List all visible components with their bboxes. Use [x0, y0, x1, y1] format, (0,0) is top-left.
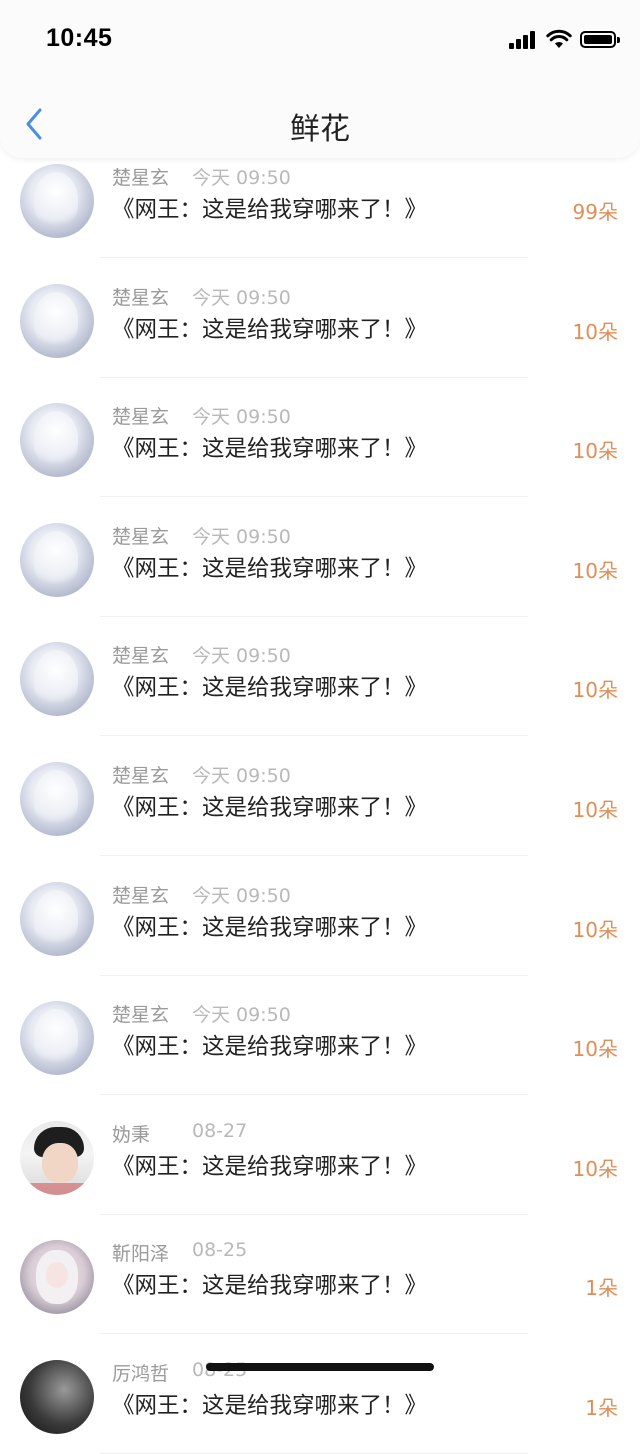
book-title: 《网王：这是给我穿哪来了！》 [112, 197, 428, 223]
user-name: 楚星玄 [112, 286, 170, 309]
user-name: 楚星玄 [112, 406, 170, 429]
timestamp: 08-27 [192, 1119, 248, 1142]
avatar[interactable] [20, 403, 94, 478]
user-name: 楚星玄 [112, 167, 170, 189]
book-title: 《网王：这是给我穿哪来了！》 [112, 316, 428, 343]
list-item[interactable]: 靳阳泽 08-25 《网王：这是给我穿哪来了！》 1朵 [0, 1214, 640, 1335]
avatar[interactable] [20, 1001, 94, 1076]
avatar[interactable] [20, 1360, 94, 1434]
status-time: 10:45 [46, 24, 113, 52]
flower-count: 10朵 [572, 917, 618, 942]
avatar[interactable] [20, 1120, 94, 1195]
page-title: 鲜花 [290, 112, 350, 147]
user-name: 靳阳泽 [112, 1243, 170, 1266]
timestamp: 08-25 [192, 1239, 248, 1262]
flower-count: 10朵 [572, 1037, 618, 1062]
book-title: 《网王：这是给我穿哪来了！》 [112, 914, 428, 941]
book-title: 《网王：这是给我穿哪来了！》 [112, 1273, 428, 1300]
list-item[interactable]: 楚星玄 今天 09:50 《网王：这是给我穿哪来了！》 10朵 [0, 497, 640, 617]
user-name: 楚星玄 [112, 884, 170, 907]
timestamp: 今天 09:50 [192, 167, 291, 189]
user-name: 厉鸿哲 [112, 1363, 170, 1385]
flower-count: 10朵 [572, 678, 618, 703]
flower-count: 10朵 [572, 439, 618, 464]
list-item[interactable]: 楚星玄 今天 09:50 《网王：这是给我穿哪来了！》 10朵 [0, 616, 640, 737]
list-item[interactable]: 楚星玄 今天 09:50 《网王：这是给我穿哪来了！》 10朵 [0, 856, 640, 976]
avatar[interactable] [20, 283, 94, 358]
avatar[interactable] [20, 762, 94, 836]
wifi-icon [546, 29, 572, 48]
flower-count: 10朵 [572, 798, 618, 822]
avatar[interactable] [20, 1240, 94, 1315]
avatar[interactable] [20, 642, 94, 717]
list-item[interactable]: 楚星玄 今天 09:50 《网王：这是给我穿哪来了！》 10朵 [0, 736, 640, 856]
home-indicator [206, 1363, 434, 1371]
timestamp: 今天 09:50 [192, 286, 291, 309]
list-item[interactable]: 楚星玄 今天 09:50 《网王：这是给我穿哪来了！》 10朵 [0, 975, 640, 1096]
nav-header: 10:45 鲜花 [0, 0, 640, 158]
avatar[interactable] [20, 522, 94, 597]
timestamp: 今天 09:50 [192, 1004, 291, 1027]
flower-count: 10朵 [572, 319, 618, 344]
flower-count: 99朵 [572, 200, 618, 224]
status-icons [509, 28, 620, 50]
user-name: 楚星玄 [112, 645, 170, 668]
avatar[interactable] [20, 881, 94, 956]
timestamp: 今天 09:50 [192, 645, 291, 668]
timestamp: 今天 09:50 [192, 406, 291, 429]
book-title: 《网王：这是给我穿哪来了！》 [112, 555, 428, 582]
user-name: 妫秉 [112, 1123, 151, 1146]
cellular-signal-icon [509, 29, 537, 49]
flower-count: 1朵 [585, 1396, 618, 1420]
book-title: 《网王：这是给我穿哪来了！》 [112, 795, 428, 821]
book-title: 《网王：这是给我穿哪来了！》 [112, 1034, 428, 1061]
book-title: 《网王：这是给我穿哪来了！》 [112, 1393, 428, 1419]
flower-count: 1朵 [585, 1276, 618, 1301]
user-name: 楚星玄 [112, 1004, 170, 1027]
book-title: 《网王：这是给我穿哪来了！》 [112, 675, 428, 702]
book-title: 《网王：这是给我穿哪来了！》 [112, 1153, 428, 1180]
list-item[interactable]: 妫秉 08-27 《网王：这是给我穿哪来了！》 10朵 [0, 1095, 640, 1215]
user-name: 楚星玄 [112, 765, 170, 787]
timestamp: 今天 09:50 [192, 525, 291, 548]
battery-icon [580, 30, 620, 48]
avatar[interactable] [20, 164, 94, 238]
list-item[interactable]: 厉鸿哲08-25《网王：这是给我穿哪来了！》1朵 [0, 1334, 640, 1454]
book-title: 《网王：这是给我穿哪来了！》 [112, 436, 428, 463]
list-item[interactable]: 楚星玄 今天 09:50 《网王：这是给我穿哪来了！》 10朵 [0, 258, 640, 378]
list-item[interactable]: 楚星玄 今天 09:50 《网王：这是给我穿哪来了！》 10朵 [0, 377, 640, 498]
timestamp: 今天 09:50 [192, 765, 291, 787]
timestamp: 今天 09:50 [192, 884, 291, 907]
flower-count: 10朵 [572, 558, 618, 583]
flower-count: 10朵 [572, 1156, 618, 1181]
user-name: 楚星玄 [112, 525, 170, 548]
